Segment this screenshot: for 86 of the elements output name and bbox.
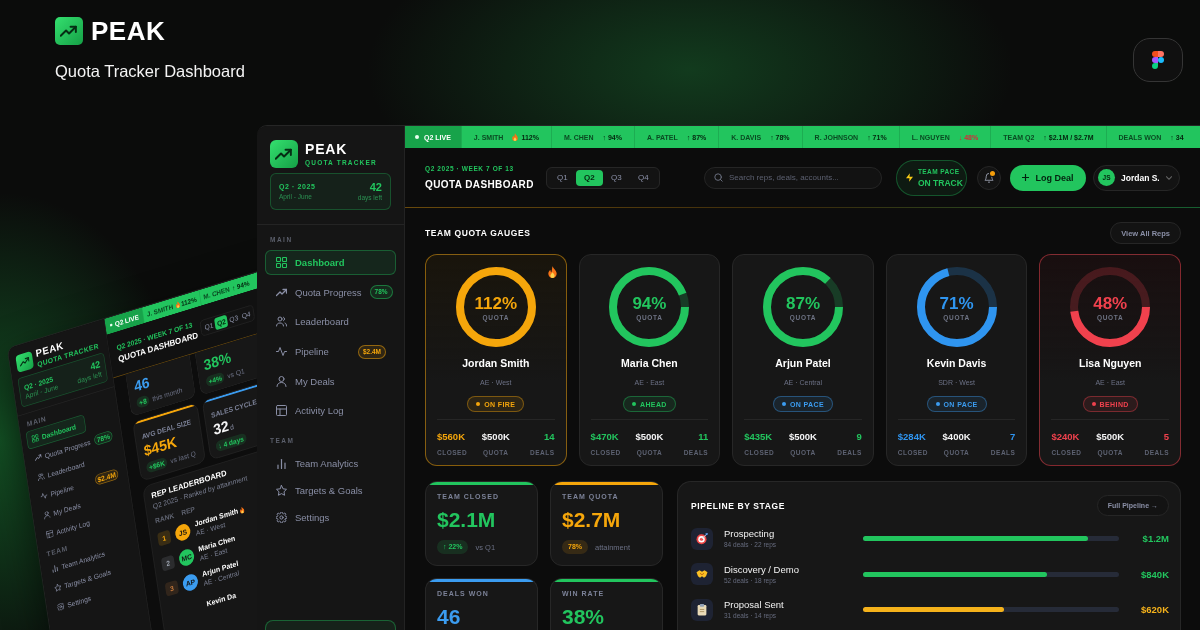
- grid-icon: [276, 257, 287, 268]
- stage-name: Prospecting: [724, 528, 775, 539]
- stat-value: 7: [1010, 431, 1016, 443]
- stat-value: 9: [856, 431, 862, 443]
- live-dot-icon: [415, 135, 419, 139]
- layout-icon: [276, 405, 287, 417]
- stat-value: $240K: [1051, 431, 1080, 443]
- person-icon: [276, 375, 287, 387]
- star-icon: [276, 484, 287, 496]
- nav-item[interactable]: Targets & Goals: [265, 477, 396, 503]
- quarter-tab[interactable]: Q4: [629, 169, 657, 186]
- stat-value: 11: [698, 431, 709, 443]
- stat-value: 5: [1163, 431, 1169, 443]
- page-title: QUOTA DASHBOARD: [425, 178, 534, 191]
- clipboard-icon: [691, 598, 713, 621]
- stat-value: $284K: [897, 431, 926, 443]
- stat-value: 46: [437, 604, 461, 630]
- rep-name: Kevin Davis: [926, 357, 987, 369]
- stat-value: $500K: [635, 431, 664, 443]
- logo-button[interactable]: [1133, 38, 1183, 82]
- nav-item[interactable]: Activity Log: [265, 398, 396, 424]
- nav-item[interactable]: Team Analytics: [265, 450, 396, 476]
- page-subtitle: Quota Tracker Dashboard: [55, 61, 245, 81]
- rep-name: Maria Chen: [621, 357, 678, 369]
- stat-value: $2.1M: [437, 507, 496, 533]
- nav-item[interactable]: Leaderboard: [265, 309, 396, 335]
- plus-icon: [1022, 174, 1030, 181]
- quota-percent: 71%: [939, 294, 974, 313]
- section-title: TEAM QUOTA GAUGES: [425, 228, 531, 238]
- quota-percent: 112%: [474, 294, 518, 313]
- stat-value: 14: [544, 431, 555, 443]
- nav-item[interactable]: Dashboard: [265, 250, 396, 275]
- rep-name: Lisa Nguyen: [1078, 357, 1142, 369]
- quota-percent: 94%: [632, 294, 667, 313]
- lightning-icon: [906, 173, 913, 182]
- trend-up-icon: [276, 286, 287, 298]
- rep-name: Arjun Patel: [775, 357, 831, 369]
- brand-name: PEAK: [91, 17, 166, 45]
- people-icon: [276, 316, 287, 328]
- handshake-icon: [691, 563, 713, 585]
- pace-status: ON TRACK: [918, 177, 963, 188]
- logo-icon: [15, 350, 35, 373]
- stat-value: 46: [132, 373, 151, 396]
- search-icon: [714, 173, 723, 182]
- settings-icon: [276, 511, 287, 523]
- search-field[interactable]: Search reps, deals, accounts...: [704, 166, 882, 189]
- logo-icon: [55, 17, 83, 45]
- stat-value: 38%: [202, 348, 233, 374]
- flame-icon: [512, 133, 519, 141]
- bell-icon: [984, 172, 994, 183]
- nav-item[interactable]: My Deals: [265, 368, 396, 394]
- stat-value: $500K: [1096, 431, 1125, 443]
- stat-value: $400K: [942, 431, 971, 443]
- stat-value: $500K: [789, 431, 817, 443]
- stage-amount: $840K: [1141, 568, 1169, 580]
- quota-percent: 48%: [1093, 294, 1128, 313]
- notifications-button[interactable]: [977, 165, 1001, 190]
- stat-value: 38%: [562, 604, 605, 630]
- stage-amount: $1.2M: [1142, 533, 1169, 544]
- chevron-down-icon: [1165, 175, 1172, 180]
- logo-icon: [270, 140, 298, 168]
- app-logo-icon: [1152, 51, 1164, 69]
- stat-value: $470K: [590, 431, 619, 443]
- quarter-tab[interactable]: Q3: [602, 169, 630, 186]
- flame-icon: [174, 300, 181, 309]
- bar-chart-icon: [276, 457, 287, 469]
- quota-percent: 87%: [785, 294, 820, 313]
- live-dot-icon: [109, 323, 113, 327]
- log-deal-button[interactable]: Log Deal: [1010, 164, 1086, 191]
- stage-name: Discovery / Demo: [724, 563, 799, 575]
- stage-amount: $620K: [1141, 604, 1169, 615]
- rep-name: Jordan Smith: [462, 357, 530, 369]
- section-title: PIPELINE BY STAGE: [691, 500, 785, 511]
- stat-value: $2.7M: [562, 507, 621, 533]
- target-icon: [691, 527, 713, 550]
- brand-name: PEAK: [305, 141, 348, 157]
- stage-name: Proposal Sent: [724, 599, 784, 610]
- quarter-tab[interactable]: Q2: [575, 169, 603, 186]
- quarter-tab[interactable]: Q1: [548, 169, 576, 186]
- stat-value: $560K: [437, 431, 465, 443]
- stat-value: $500K: [481, 431, 510, 443]
- stat-value: $435K: [744, 431, 773, 443]
- days-count: 42: [89, 359, 101, 372]
- nav-item[interactable]: Settings: [265, 504, 396, 530]
- pulse-icon: [276, 346, 287, 358]
- days-count: 42: [369, 181, 382, 193]
